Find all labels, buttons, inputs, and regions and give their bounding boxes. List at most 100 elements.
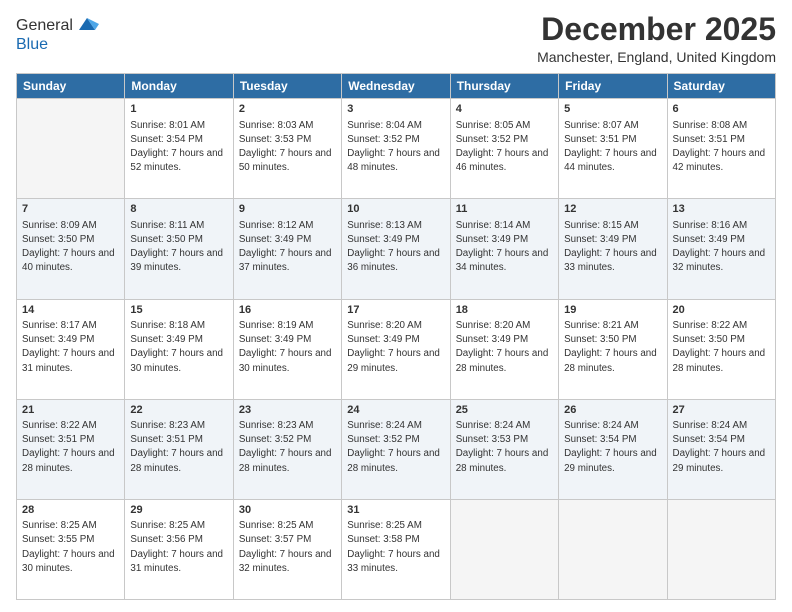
sunset-label: Sunset: 3:51 PM	[564, 134, 636, 145]
day-info: Sunrise: 8:12 AM Sunset: 3:49 PM Dayligh…	[239, 219, 336, 276]
calendar-day-cell: 21 Sunrise: 8:22 AM Sunset: 3:51 PM Dayl…	[17, 399, 125, 499]
day-of-week-header: Tuesday	[233, 74, 341, 99]
sunset-label: Sunset: 3:54 PM	[130, 134, 202, 145]
day-number: 25	[456, 403, 553, 418]
sunrise-label: Sunrise: 8:18 AM	[130, 320, 205, 331]
day-number: 13	[673, 202, 770, 217]
sunrise-label: Sunrise: 8:24 AM	[456, 420, 531, 431]
calendar-day-cell: 1 Sunrise: 8:01 AM Sunset: 3:54 PM Dayli…	[125, 99, 233, 199]
daylight-label: Daylight: 7 hours and 28 minutes.	[22, 448, 115, 473]
day-number: 21	[22, 403, 119, 418]
day-info: Sunrise: 8:25 AM Sunset: 3:57 PM Dayligh…	[239, 519, 336, 576]
sunrise-label: Sunrise: 8:22 AM	[673, 320, 748, 331]
sunset-label: Sunset: 3:51 PM	[130, 434, 202, 445]
day-info: Sunrise: 8:16 AM Sunset: 3:49 PM Dayligh…	[673, 219, 770, 276]
calendar-day-cell: 27 Sunrise: 8:24 AM Sunset: 3:54 PM Dayl…	[667, 399, 775, 499]
day-info: Sunrise: 8:19 AM Sunset: 3:49 PM Dayligh…	[239, 319, 336, 376]
day-info: Sunrise: 8:01 AM Sunset: 3:54 PM Dayligh…	[130, 119, 227, 176]
day-of-week-header: Sunday	[17, 74, 125, 99]
day-number: 1	[130, 102, 227, 117]
calendar-day-cell: 19 Sunrise: 8:21 AM Sunset: 3:50 PM Dayl…	[559, 299, 667, 399]
calendar-day-cell: 15 Sunrise: 8:18 AM Sunset: 3:49 PM Dayl…	[125, 299, 233, 399]
daylight-label: Daylight: 7 hours and 32 minutes.	[239, 549, 332, 574]
day-info: Sunrise: 8:23 AM Sunset: 3:51 PM Dayligh…	[130, 419, 227, 476]
day-info: Sunrise: 8:15 AM Sunset: 3:49 PM Dayligh…	[564, 219, 661, 276]
daylight-label: Daylight: 7 hours and 28 minutes.	[456, 348, 549, 373]
sunrise-label: Sunrise: 8:03 AM	[239, 120, 314, 131]
calendar-day-cell: 22 Sunrise: 8:23 AM Sunset: 3:51 PM Dayl…	[125, 399, 233, 499]
sunset-label: Sunset: 3:58 PM	[347, 534, 419, 545]
sunrise-label: Sunrise: 8:23 AM	[130, 420, 205, 431]
logo-icon	[75, 12, 99, 36]
day-number: 31	[347, 503, 444, 518]
sunrise-label: Sunrise: 8:25 AM	[22, 520, 97, 531]
day-info: Sunrise: 8:24 AM Sunset: 3:52 PM Dayligh…	[347, 419, 444, 476]
day-of-week-header: Saturday	[667, 74, 775, 99]
calendar-day-cell: 11 Sunrise: 8:14 AM Sunset: 3:49 PM Dayl…	[450, 199, 558, 299]
calendar-day-cell: 26 Sunrise: 8:24 AM Sunset: 3:54 PM Dayl…	[559, 399, 667, 499]
daylight-label: Daylight: 7 hours and 34 minutes.	[456, 248, 549, 273]
sunset-label: Sunset: 3:50 PM	[130, 234, 202, 245]
sunrise-label: Sunrise: 8:07 AM	[564, 120, 639, 131]
day-number: 8	[130, 202, 227, 217]
day-number: 23	[239, 403, 336, 418]
calendar-week-row: 21 Sunrise: 8:22 AM Sunset: 3:51 PM Dayl…	[17, 399, 776, 499]
sunset-label: Sunset: 3:50 PM	[22, 234, 94, 245]
daylight-label: Daylight: 7 hours and 31 minutes.	[22, 348, 115, 373]
day-of-week-header: Monday	[125, 74, 233, 99]
title-block: December 2025 Manchester, England, Unite…	[537, 12, 776, 65]
daylight-label: Daylight: 7 hours and 29 minutes.	[347, 348, 440, 373]
calendar-day-cell: 6 Sunrise: 8:08 AM Sunset: 3:51 PM Dayli…	[667, 99, 775, 199]
daylight-label: Daylight: 7 hours and 31 minutes.	[130, 549, 223, 574]
calendar-day-cell: 20 Sunrise: 8:22 AM Sunset: 3:50 PM Dayl…	[667, 299, 775, 399]
daylight-label: Daylight: 7 hours and 30 minutes.	[239, 348, 332, 373]
sunrise-label: Sunrise: 8:04 AM	[347, 120, 422, 131]
day-number: 9	[239, 202, 336, 217]
daylight-label: Daylight: 7 hours and 32 minutes.	[673, 248, 766, 273]
day-number: 6	[673, 102, 770, 117]
sunrise-label: Sunrise: 8:24 AM	[673, 420, 748, 431]
day-number: 19	[564, 303, 661, 318]
day-of-week-header: Thursday	[450, 74, 558, 99]
day-info: Sunrise: 8:22 AM Sunset: 3:50 PM Dayligh…	[673, 319, 770, 376]
day-info: Sunrise: 8:14 AM Sunset: 3:49 PM Dayligh…	[456, 219, 553, 276]
sunrise-label: Sunrise: 8:24 AM	[347, 420, 422, 431]
day-number: 18	[456, 303, 553, 318]
calendar-day-cell: 7 Sunrise: 8:09 AM Sunset: 3:50 PM Dayli…	[17, 199, 125, 299]
sunrise-label: Sunrise: 8:09 AM	[22, 220, 97, 231]
day-of-week-header: Friday	[559, 74, 667, 99]
day-number: 2	[239, 102, 336, 117]
day-info: Sunrise: 8:20 AM Sunset: 3:49 PM Dayligh…	[456, 319, 553, 376]
daylight-label: Daylight: 7 hours and 30 minutes.	[22, 549, 115, 574]
sunset-label: Sunset: 3:55 PM	[22, 534, 94, 545]
day-number: 27	[673, 403, 770, 418]
day-number: 17	[347, 303, 444, 318]
day-number: 26	[564, 403, 661, 418]
daylight-label: Daylight: 7 hours and 36 minutes.	[347, 248, 440, 273]
daylight-label: Daylight: 7 hours and 52 minutes.	[130, 148, 223, 173]
day-info: Sunrise: 8:08 AM Sunset: 3:51 PM Dayligh…	[673, 119, 770, 176]
day-number: 4	[456, 102, 553, 117]
calendar-day-cell	[559, 499, 667, 599]
calendar-week-row: 28 Sunrise: 8:25 AM Sunset: 3:55 PM Dayl…	[17, 499, 776, 599]
day-info: Sunrise: 8:25 AM Sunset: 3:56 PM Dayligh…	[130, 519, 227, 576]
sunrise-label: Sunrise: 8:14 AM	[456, 220, 531, 231]
day-number: 20	[673, 303, 770, 318]
calendar-day-cell: 13 Sunrise: 8:16 AM Sunset: 3:49 PM Dayl…	[667, 199, 775, 299]
sunrise-label: Sunrise: 8:12 AM	[239, 220, 314, 231]
calendar-day-cell: 28 Sunrise: 8:25 AM Sunset: 3:55 PM Dayl…	[17, 499, 125, 599]
daylight-label: Daylight: 7 hours and 28 minutes.	[564, 348, 657, 373]
sunset-label: Sunset: 3:52 PM	[456, 134, 528, 145]
calendar-day-cell: 12 Sunrise: 8:15 AM Sunset: 3:49 PM Dayl…	[559, 199, 667, 299]
sunset-label: Sunset: 3:51 PM	[22, 434, 94, 445]
day-info: Sunrise: 8:25 AM Sunset: 3:58 PM Dayligh…	[347, 519, 444, 576]
calendar-day-cell: 29 Sunrise: 8:25 AM Sunset: 3:56 PM Dayl…	[125, 499, 233, 599]
day-number: 12	[564, 202, 661, 217]
day-info: Sunrise: 8:03 AM Sunset: 3:53 PM Dayligh…	[239, 119, 336, 176]
calendar-day-cell: 18 Sunrise: 8:20 AM Sunset: 3:49 PM Dayl…	[450, 299, 558, 399]
location: Manchester, England, United Kingdom	[537, 49, 776, 65]
sunset-label: Sunset: 3:49 PM	[347, 234, 419, 245]
calendar-day-cell: 17 Sunrise: 8:20 AM Sunset: 3:49 PM Dayl…	[342, 299, 450, 399]
sunrise-label: Sunrise: 8:15 AM	[564, 220, 639, 231]
calendar-day-cell: 30 Sunrise: 8:25 AM Sunset: 3:57 PM Dayl…	[233, 499, 341, 599]
